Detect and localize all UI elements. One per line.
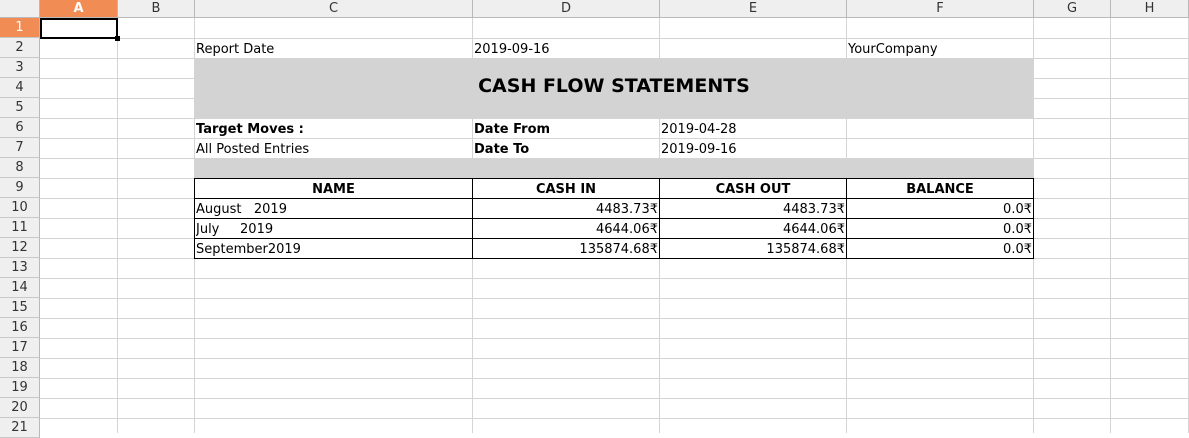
table-header-cash-in[interactable]: CASH IN: [473, 179, 659, 199]
row-header-9[interactable]: 9: [0, 178, 40, 198]
column-header-h[interactable]: H: [1111, 0, 1189, 18]
table-cell-balance[interactable]: 0.0₹: [847, 219, 1032, 239]
table-cell-name[interactable]: August 2019: [196, 199, 471, 219]
row-header-15[interactable]: 15: [0, 298, 40, 318]
column-header-c[interactable]: C: [195, 0, 473, 18]
row-header-4[interactable]: 4: [0, 78, 40, 98]
row-header-10[interactable]: 10: [0, 198, 40, 218]
row-header-14[interactable]: 14: [0, 278, 40, 298]
table-cell-cash-out[interactable]: 4644.06₹: [660, 219, 845, 239]
active-cell-cursor[interactable]: [40, 18, 118, 39]
table-header-balance[interactable]: BALANCE: [847, 179, 1033, 199]
row-header-7[interactable]: 7: [0, 138, 40, 158]
table-cell-name[interactable]: July 2019: [196, 219, 471, 239]
table-cell-cash-out[interactable]: 135874.68₹: [660, 239, 845, 259]
separator-band: [195, 159, 1033, 178]
row-header-2[interactable]: 2: [0, 38, 40, 58]
row-header-6[interactable]: 6: [0, 118, 40, 138]
column-header-e[interactable]: E: [660, 0, 847, 18]
table-cell-balance[interactable]: 0.0₹: [847, 239, 1032, 259]
row-header-13[interactable]: 13: [0, 258, 40, 278]
row-header-8[interactable]: 8: [0, 158, 40, 178]
target-moves-value[interactable]: All Posted Entries: [196, 139, 471, 159]
date-from-label[interactable]: Date From: [474, 119, 658, 139]
column-header-b[interactable]: B: [118, 0, 195, 18]
report-date-label[interactable]: Report Date: [196, 39, 471, 59]
target-moves-label[interactable]: Target Moves :: [196, 119, 471, 139]
report-title[interactable]: CASH FLOW STATEMENTS: [195, 59, 1033, 118]
row-header-20[interactable]: 20: [0, 398, 40, 418]
row-header-1[interactable]: 1: [0, 18, 40, 38]
column-header-d[interactable]: D: [473, 0, 660, 18]
row-header-16[interactable]: 16: [0, 318, 40, 338]
column-header-g[interactable]: G: [1034, 0, 1111, 18]
report-date-value[interactable]: 2019-09-16: [474, 39, 658, 59]
table-cell-cash-in[interactable]: 4483.73₹: [473, 199, 658, 219]
table-cell-balance[interactable]: 0.0₹: [847, 199, 1032, 219]
table-cell-cash-in[interactable]: 135874.68₹: [473, 239, 658, 259]
row-header-17[interactable]: 17: [0, 338, 40, 358]
row-header-18[interactable]: 18: [0, 358, 40, 378]
row-header-11[interactable]: 11: [0, 218, 40, 238]
row-header-3[interactable]: 3: [0, 58, 40, 78]
column-header-f[interactable]: F: [847, 0, 1034, 18]
date-from-value[interactable]: 2019-04-28: [661, 119, 845, 139]
row-header-19[interactable]: 19: [0, 378, 40, 398]
date-to-value[interactable]: 2019-09-16: [661, 139, 845, 159]
table-cell-cash-out[interactable]: 4483.73₹: [660, 199, 845, 219]
row-header-21[interactable]: 21: [0, 418, 40, 438]
row-header-12[interactable]: 12: [0, 238, 40, 258]
date-to-label[interactable]: Date To: [474, 139, 658, 159]
column-header-a[interactable]: A: [40, 0, 118, 18]
table-cell-name[interactable]: September2019: [196, 239, 471, 259]
column-header-bar: A B C D E F G H: [0, 0, 1189, 18]
table-cell-cash-in[interactable]: 4644.06₹: [473, 219, 658, 239]
fill-handle[interactable]: [115, 36, 120, 41]
table-header-cash-out[interactable]: CASH OUT: [660, 179, 846, 199]
company-name[interactable]: YourCompany: [848, 39, 1032, 59]
row-header-5[interactable]: 5: [0, 98, 40, 118]
table-header-name[interactable]: NAME: [195, 179, 472, 199]
